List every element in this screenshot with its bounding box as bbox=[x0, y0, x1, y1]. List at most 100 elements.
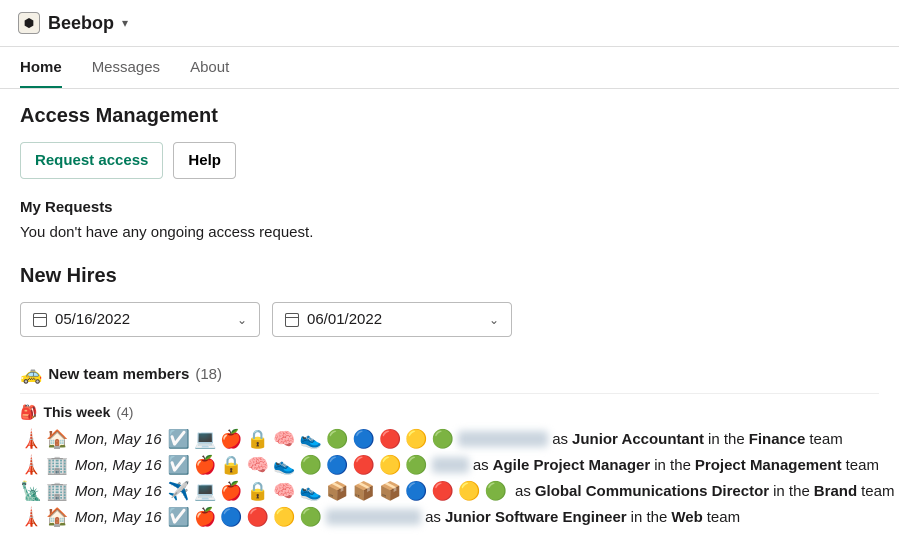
tool-icon: 🟢 bbox=[300, 456, 322, 474]
tool-icon: 💻 bbox=[194, 430, 216, 448]
hire-date: Mon, May 16 bbox=[75, 457, 162, 474]
tool-icon: 🧠 bbox=[273, 482, 295, 500]
calendar-icon bbox=[285, 313, 299, 327]
team-word: team bbox=[861, 483, 894, 500]
hire-team: Finance bbox=[749, 431, 806, 448]
hire-row: 🗽🏢Mon, May 16✈️💻🍎🔒🧠👟📦📦📦🔵🔴🟡🟢 as Global Co… bbox=[20, 478, 879, 504]
tool-icon: ✈️ bbox=[168, 482, 190, 500]
content: Access Management Request access Help My… bbox=[0, 89, 899, 546]
tool-icon: 🔵 bbox=[220, 508, 242, 526]
hire-row: 🗼🏠Mon, May 16☑️💻🍎🔒🧠👟🟢🔵🔴🟡🟢 as Junior Acco… bbox=[20, 426, 879, 452]
location-icon: 🏠 bbox=[46, 508, 68, 526]
as-text: as bbox=[425, 509, 441, 526]
location-icon: 🗽 bbox=[20, 482, 42, 500]
tool-icon: 🍎 bbox=[194, 508, 216, 526]
tool-icon: 🔒 bbox=[220, 456, 242, 474]
help-button[interactable]: Help bbox=[173, 142, 236, 179]
in-the-text: in the bbox=[631, 509, 668, 526]
this-week-label: This week bbox=[43, 404, 110, 420]
request-access-button[interactable]: Request access bbox=[20, 142, 163, 179]
tool-icon: 🔵 bbox=[326, 456, 348, 474]
access-heading: Access Management bbox=[20, 105, 879, 128]
tabs: Home Messages About bbox=[0, 47, 899, 89]
tool-icon: 🔒 bbox=[247, 430, 269, 448]
tool-icon: 👟 bbox=[273, 456, 295, 474]
tool-icon: 🔵 bbox=[405, 482, 427, 500]
in-the-text: in the bbox=[708, 431, 745, 448]
date-to-value: 06/01/2022 bbox=[307, 311, 382, 328]
hire-row: 🗼🏢Mon, May 16☑️🍎🔒🧠👟🟢🔵🔴🟡🟢 as Agile Projec… bbox=[20, 452, 879, 478]
hire-role: Agile Project Manager bbox=[493, 457, 651, 474]
hire-date: Mon, May 16 bbox=[75, 509, 162, 526]
backpack-icon: 🎒 bbox=[20, 405, 37, 419]
chevron-down-icon: ⌄ bbox=[489, 313, 499, 327]
tool-icon: 🔴 bbox=[432, 482, 454, 500]
tab-home[interactable]: Home bbox=[20, 47, 62, 88]
tool-icon: 📦 bbox=[379, 482, 401, 500]
tool-icon: 🟢 bbox=[300, 508, 322, 526]
as-text: as bbox=[515, 483, 531, 500]
tool-icon: 🔴 bbox=[353, 456, 375, 474]
tool-icon: 👟 bbox=[300, 482, 322, 500]
this-week-section: 🎒 This week (4) bbox=[20, 394, 879, 426]
tool-icon: 🟡 bbox=[273, 508, 295, 526]
tool-icon: 👟 bbox=[300, 430, 322, 448]
hire-role: Junior Software Engineer bbox=[445, 509, 627, 526]
hire-team: Brand bbox=[814, 483, 857, 500]
new-members-section: 🚕 New team members (18) bbox=[20, 355, 879, 394]
taxi-icon: 🚕 bbox=[20, 365, 42, 383]
location-icon: 🗼 bbox=[20, 508, 42, 526]
this-week-count: (4) bbox=[116, 404, 133, 420]
date-from-input[interactable]: 05/16/2022 ⌄ bbox=[20, 302, 260, 337]
hire-name-redacted bbox=[432, 457, 469, 473]
date-range: 05/16/2022 ⌄ 06/01/2022 ⌄ bbox=[20, 302, 879, 337]
hire-name-redacted bbox=[458, 431, 548, 447]
hire-date: Mon, May 16 bbox=[75, 483, 162, 500]
tool-icon: 📦 bbox=[326, 482, 348, 500]
hire-list: 🗼🏠Mon, May 16☑️💻🍎🔒🧠👟🟢🔵🔴🟡🟢 as Junior Acco… bbox=[20, 426, 879, 530]
hire-team: Project Management bbox=[695, 457, 842, 474]
tool-icon: 🧠 bbox=[247, 456, 269, 474]
location-icon: 🏠 bbox=[46, 430, 68, 448]
tool-icon: ☑️ bbox=[168, 508, 190, 526]
in-the-text: in the bbox=[773, 483, 810, 500]
location-icon: 🏢 bbox=[46, 482, 68, 500]
my-requests-empty: You don't have any ongoing access reques… bbox=[20, 224, 879, 241]
tool-icon: 🍎 bbox=[220, 430, 242, 448]
location-icon: 🗼 bbox=[20, 456, 42, 474]
tool-icon: 🟢 bbox=[405, 456, 427, 474]
tool-icon: 💻 bbox=[194, 482, 216, 500]
chevron-down-icon[interactable]: ▾ bbox=[122, 16, 128, 30]
tool-icon: 🔒 bbox=[247, 482, 269, 500]
hire-role: Global Communications Director bbox=[535, 483, 769, 500]
team-word: team bbox=[846, 457, 879, 474]
tool-icon: 🔵 bbox=[353, 430, 375, 448]
location-icon: 🗼 bbox=[20, 430, 42, 448]
hire-name-redacted bbox=[326, 509, 421, 525]
titlebar: ⬢ Beebop ▾ bbox=[0, 0, 899, 47]
tool-icon: 📦 bbox=[353, 482, 375, 500]
button-row: Request access Help bbox=[20, 142, 879, 179]
team-word: team bbox=[707, 509, 740, 526]
tool-icon: 🔴 bbox=[247, 508, 269, 526]
tool-icon: 🟡 bbox=[458, 482, 480, 500]
date-from-value: 05/16/2022 bbox=[55, 311, 130, 328]
hire-date: Mon, May 16 bbox=[75, 431, 162, 448]
app-icon: ⬢ bbox=[18, 12, 40, 34]
tool-icon: ☑️ bbox=[168, 430, 190, 448]
tool-icon: 🍎 bbox=[220, 482, 242, 500]
chevron-down-icon: ⌄ bbox=[237, 313, 247, 327]
date-to-input[interactable]: 06/01/2022 ⌄ bbox=[272, 302, 512, 337]
hire-team: Web bbox=[671, 509, 702, 526]
tab-about[interactable]: About bbox=[190, 47, 229, 88]
as-text: as bbox=[552, 431, 568, 448]
tab-messages[interactable]: Messages bbox=[92, 47, 160, 88]
tool-icon: 🔴 bbox=[379, 430, 401, 448]
tool-icon: 🟡 bbox=[379, 456, 401, 474]
app-title: Beebop bbox=[48, 13, 114, 34]
hire-role: Junior Accountant bbox=[572, 431, 704, 448]
tool-icon: ☑️ bbox=[168, 456, 190, 474]
tool-icon: 🍎 bbox=[194, 456, 216, 474]
tool-icon: 🧠 bbox=[273, 430, 295, 448]
new-members-count: (18) bbox=[195, 366, 222, 383]
